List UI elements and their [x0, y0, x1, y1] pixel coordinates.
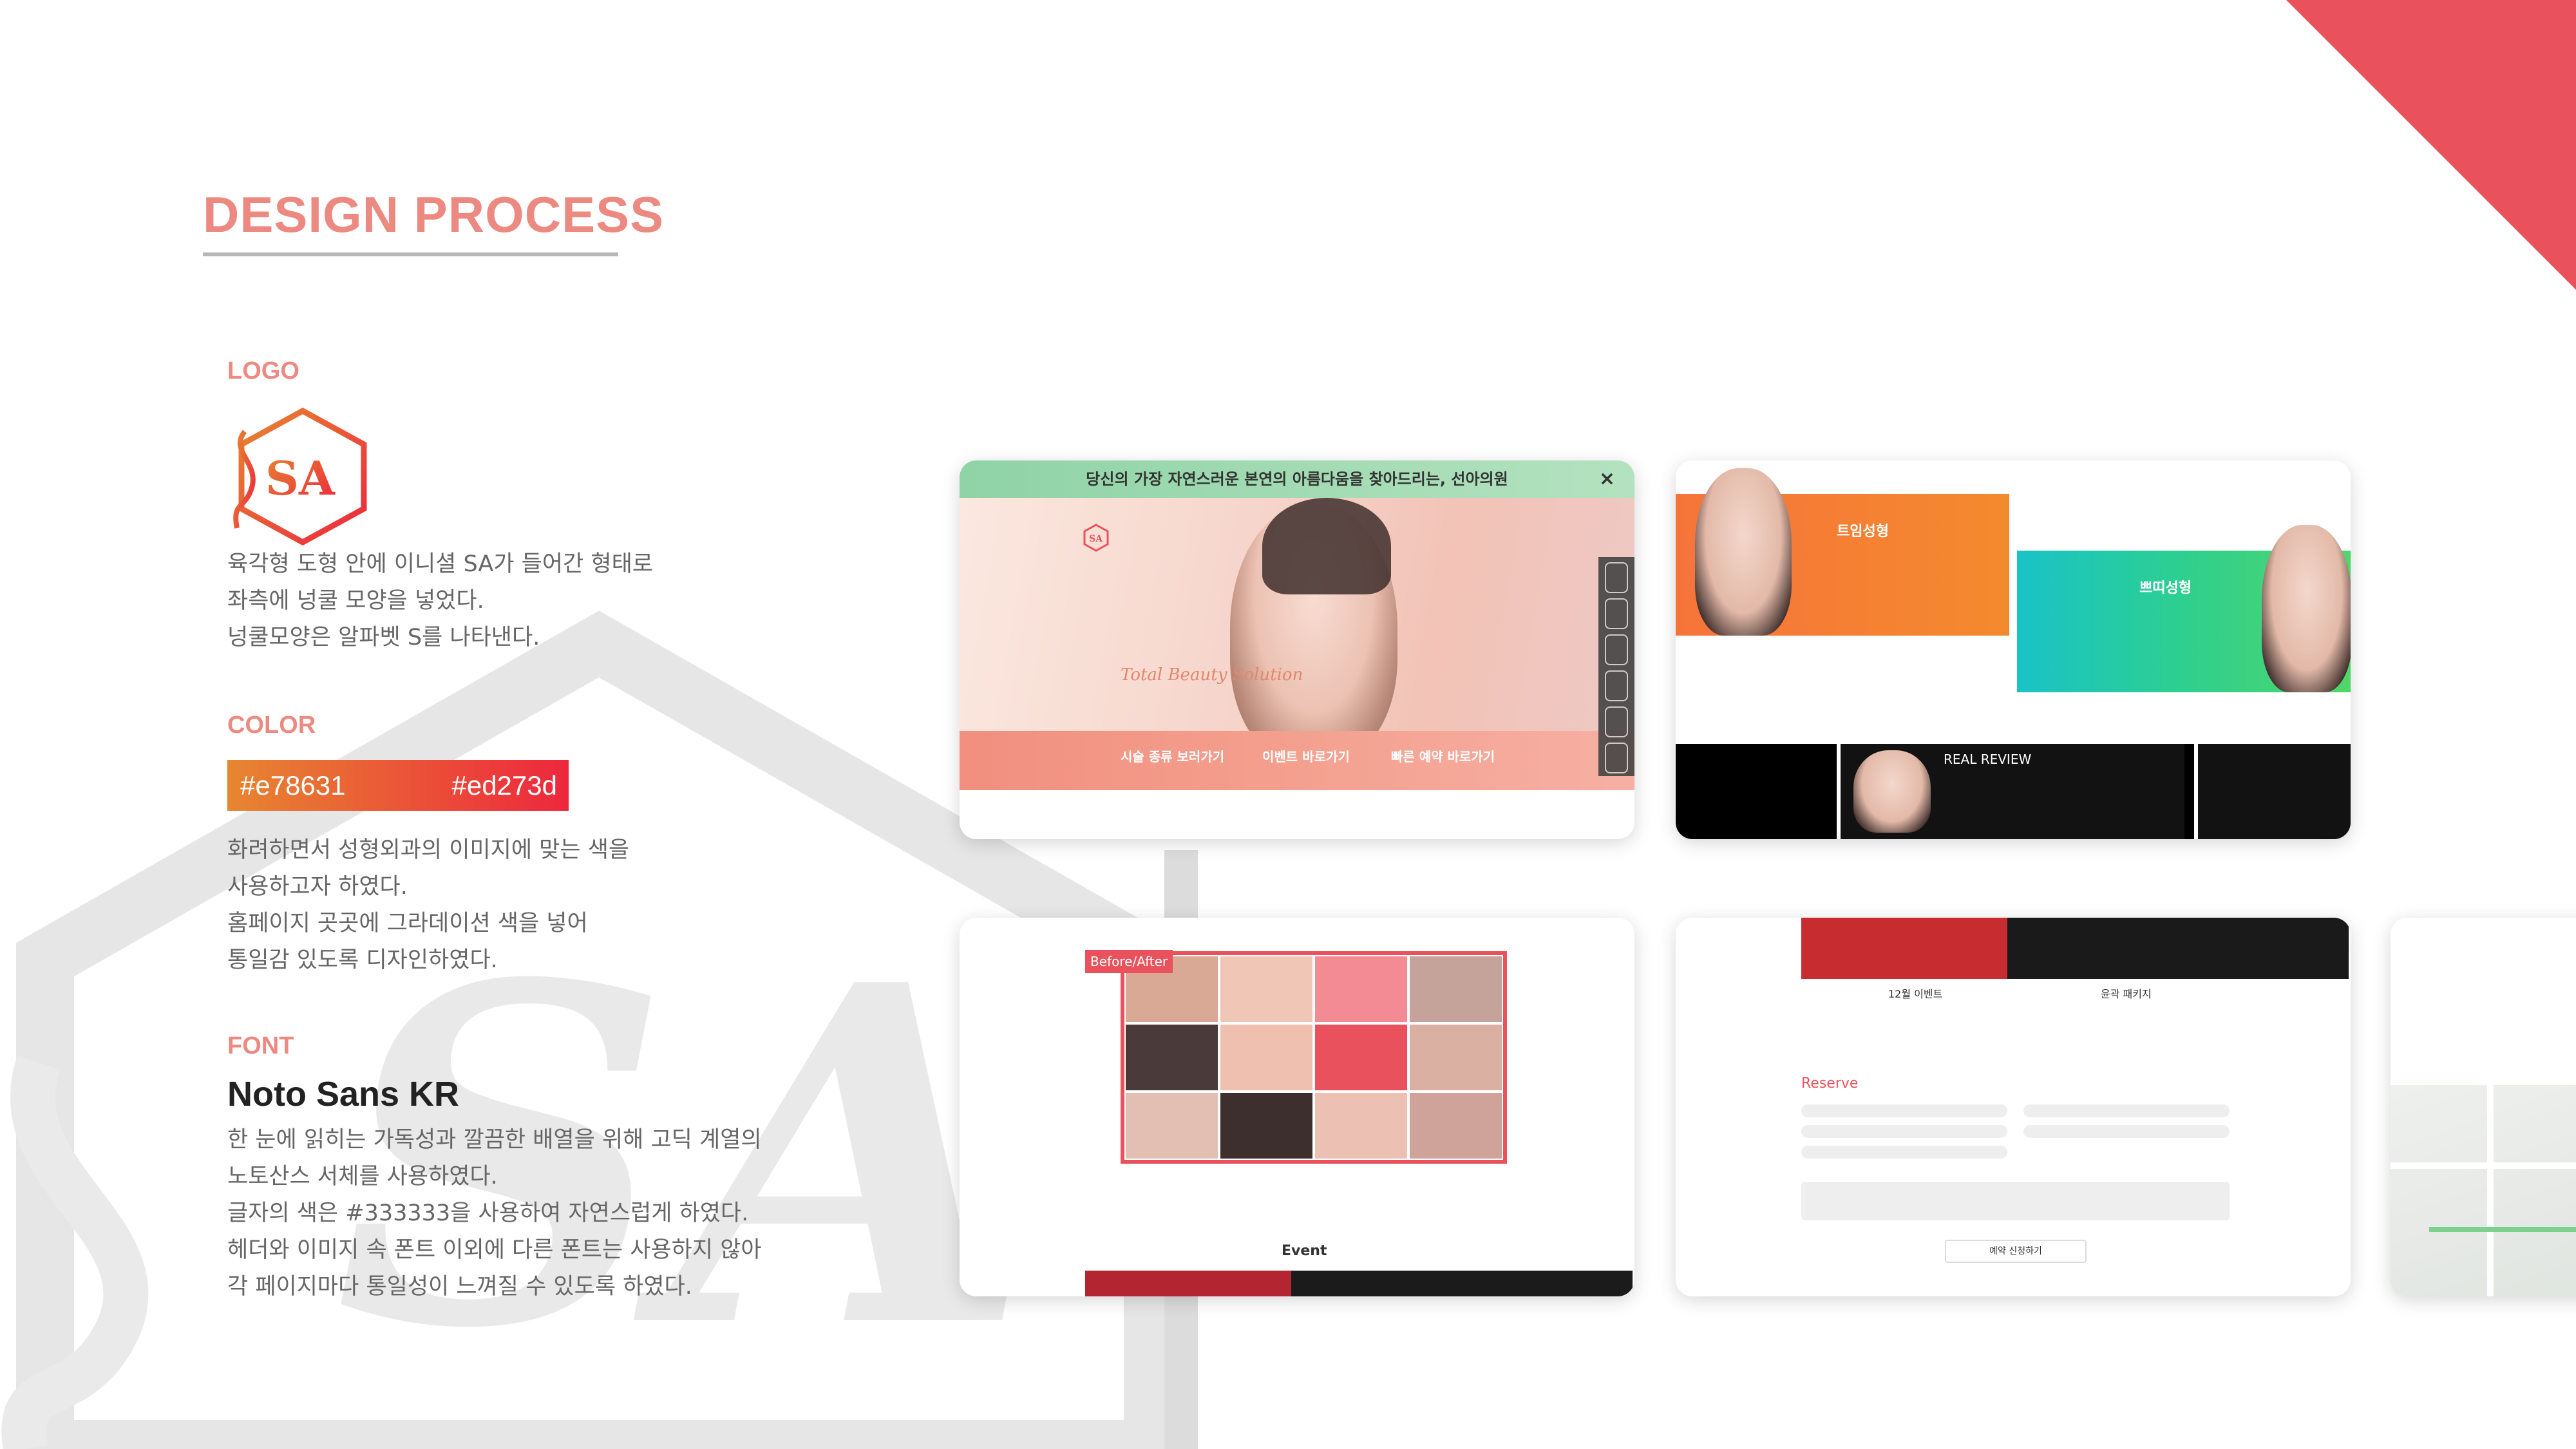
color-gradient-swatch: #e78631 #ed273d [227, 760, 569, 811]
reserve-submit-button[interactable]: 예약 신청하기 [1945, 1240, 2087, 1263]
font-section-label: FONT [227, 1032, 294, 1059]
reserve-title: Reserve [1801, 1075, 1859, 1092]
event-title: Event [1282, 1243, 1327, 1259]
before-after-grid [1121, 951, 1507, 1164]
svg-text:SA: SA [1089, 534, 1103, 544]
quick-link-2: 이벤트 바로가기 [1262, 749, 1350, 764]
logo-section-label: LOGO [227, 357, 299, 384]
event-banners [1801, 918, 2349, 979]
consult-textarea[interactable] [1801, 1182, 2230, 1220]
preview-card-main: 당신의 가장 자연스러운 본연의 아름다움을 찾아드리는, 선아의원 × Tot… [960, 460, 1634, 839]
svg-text:SA: SA [265, 451, 336, 506]
corner-triangle-decoration [2286, 0, 2576, 290]
review-photo [1853, 750, 1931, 833]
font-name: Noto Sans KR [227, 1075, 460, 1113]
color-start-code: #e78631 [240, 770, 346, 800]
hero-model-hair [1262, 498, 1391, 594]
phone-field[interactable] [2023, 1104, 2230, 1117]
preview-card-reserve: 12월 이벤트 윤곽 패키지 Reserve 예약 신청하기 [1676, 918, 2351, 1296]
top-notice-banner: 당신의 가장 자연스러운 본연의 아름다움을 찾아드리는, 선아의원 × [960, 460, 1634, 498]
banner-model-2 [2262, 525, 2351, 692]
banner-model-1 [1695, 468, 1792, 636]
event-strip-red [1085, 1271, 1291, 1296]
name-field[interactable] [1801, 1104, 2007, 1117]
location-map [2391, 1085, 2576, 1296]
hero-script-text: Total Beauty Solution [1121, 665, 1303, 685]
hero-image: Total Beauty Solution SA [960, 498, 1634, 768]
banner-teal: 쁘띠성형 [2017, 525, 2351, 692]
visit-date-select[interactable] [1801, 1146, 2007, 1159]
review-card: REAL REVIEW [1837, 744, 2184, 839]
quick-link-1: 시술 종류 보러가기 [1121, 749, 1225, 764]
quick-link-3: 빠른 예약 바로가기 [1391, 749, 1495, 764]
notice-text: 당신의 가장 자연스러운 본연의 아름다움을 찾아드리는, 선아의원 [1086, 470, 1508, 488]
event-2-label: 윤곽 패키지 [2101, 988, 2152, 1000]
brand-logo: SA [225, 406, 374, 547]
procedure-select[interactable] [1801, 1125, 2007, 1138]
banner-orange-title: 트임성형 [1837, 524, 1889, 540]
font-description: 한 눈에 읽히는 가독성과 깔끔한 배열을 위해 고딕 계열의 노토산스 서체를… [227, 1127, 762, 1300]
review-title: REAL REVIEW [1944, 752, 2032, 767]
preview-card-map [2391, 918, 2576, 1296]
review-slider: REAL REVIEW [1676, 744, 2351, 839]
page-title: DESIGN PROCESS [203, 186, 665, 243]
color-end-code: #ed273d [451, 770, 557, 800]
quick-links-bar: 시술 종류 보러가기 이벤트 바로가기 빠른 예약 바로가기 [960, 731, 1634, 790]
site-logo-icon: SA [1083, 524, 1109, 552]
before-after-badge: Before/After [1085, 950, 1173, 973]
procedure-select-2[interactable] [2023, 1125, 2230, 1138]
preview-card-banners: 트임성형 쁘띠성형 REAL REVIEW [1676, 460, 2351, 839]
banner-teal-title: 쁘띠성형 [2139, 580, 2192, 596]
quick-menu-sidebar [1598, 557, 1634, 776]
review-card-next [2194, 744, 2351, 839]
color-section-label: COLOR [227, 712, 316, 739]
color-description: 화려하면서 성형외과의 이미지에 맞는 색을 사용하고자 하였다. 홈페이지 곳… [227, 837, 630, 973]
banner-orange: 트임성형 [1676, 468, 2009, 636]
close-icon: × [1598, 468, 1615, 490]
preview-card-before-after: Before/After Event [960, 918, 1634, 1296]
logo-description: 육각형 도형 안에 이니셜 SA가 들어간 형태로 좌측에 넝쿨 모양을 넣었다… [227, 551, 653, 650]
title-underline [203, 252, 618, 256]
event-1-label: 12월 이벤트 [1888, 988, 1943, 1000]
